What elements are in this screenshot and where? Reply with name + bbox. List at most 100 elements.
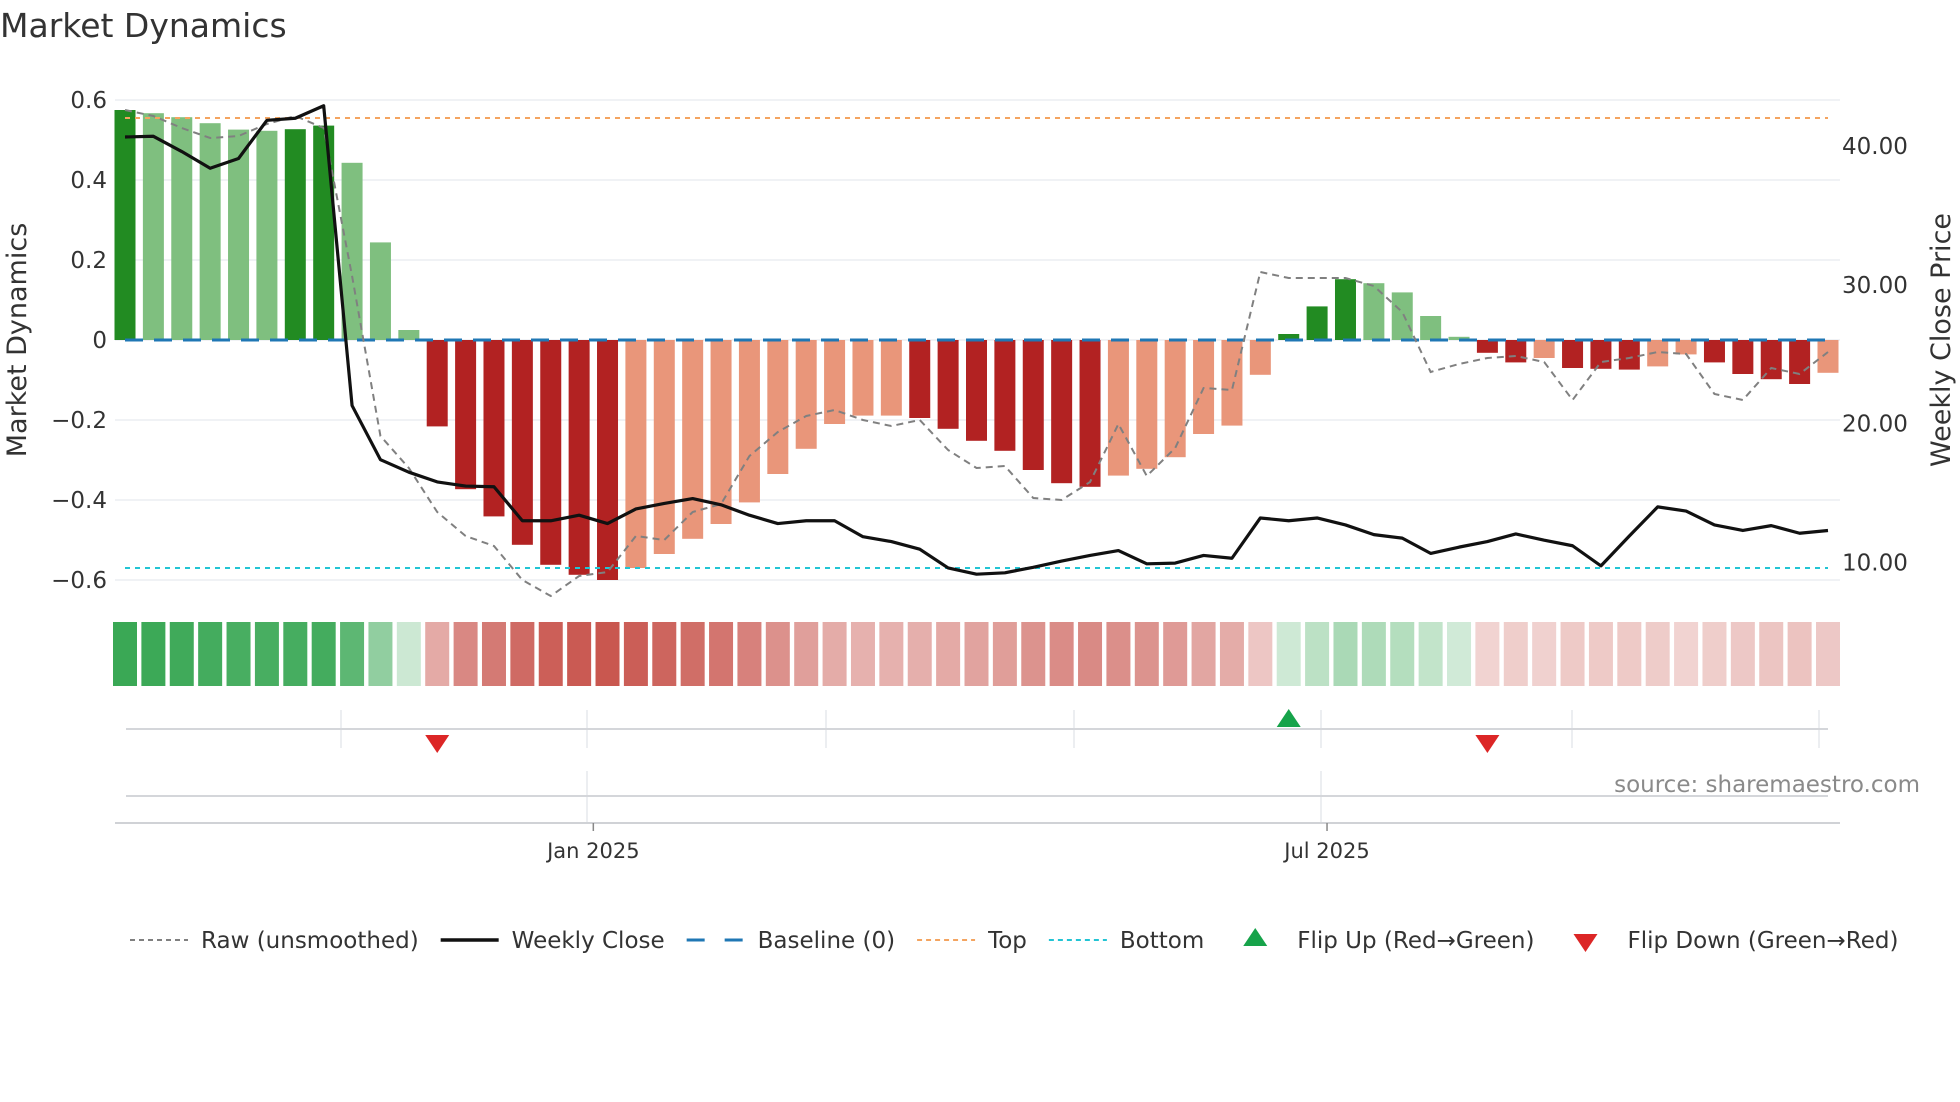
flip-down-marker (425, 735, 450, 753)
x-tick-label: Jan 2025 (545, 839, 640, 863)
y2-tick-label: 10.00 (1842, 550, 1908, 576)
strip-cell (794, 622, 819, 686)
bar (114, 110, 136, 340)
strip-cell (879, 622, 904, 686)
bar (1789, 340, 1811, 384)
bar (880, 340, 902, 416)
strip-cell (1333, 622, 1358, 686)
bar (1703, 340, 1725, 363)
strip-cell (680, 622, 705, 686)
bar (1306, 306, 1328, 340)
bar (597, 340, 619, 580)
strip-cell (1418, 622, 1443, 686)
bar (1675, 340, 1697, 355)
strip-cell (964, 622, 989, 686)
bar (1533, 340, 1555, 358)
strip-cell (1588, 622, 1613, 686)
strip-cell (623, 622, 648, 686)
strip-cell (567, 622, 592, 686)
strip-cell (453, 622, 478, 686)
bar (1107, 340, 1129, 476)
strip-cell (765, 622, 790, 686)
bar (199, 123, 221, 340)
strip-cell (254, 622, 279, 686)
bar (966, 340, 987, 441)
legend-label: Raw (unsmoothed) (201, 928, 419, 954)
bar (738, 340, 760, 503)
bar (795, 340, 817, 449)
strip-cell (737, 622, 762, 686)
strip-cell (1759, 622, 1784, 686)
bar (284, 129, 306, 340)
bar (540, 340, 562, 565)
bar (1249, 340, 1271, 375)
strip-cell (1816, 622, 1840, 686)
bar (1732, 340, 1754, 374)
bar (994, 340, 1016, 451)
legend-flip-up-icon (1243, 928, 1268, 946)
bar (937, 340, 959, 429)
legend-label: Flip Down (Green→Red) (1627, 928, 1898, 954)
legend-label: Bottom (1120, 928, 1204, 954)
strip-cell (283, 622, 308, 686)
bar (142, 113, 164, 340)
y-tick-label: 0.6 (70, 88, 107, 114)
bar (710, 340, 732, 524)
bar (1817, 340, 1839, 373)
strip-cell (850, 622, 875, 686)
strip-cell (1049, 622, 1074, 686)
strip-cell (1447, 622, 1472, 686)
strip-cell (1560, 622, 1585, 686)
bar (1051, 340, 1073, 484)
strip-cell (1532, 622, 1557, 686)
strip-cell (1134, 622, 1159, 686)
strip-cell (1248, 622, 1273, 686)
strip-cell (1645, 622, 1670, 686)
strip-cell (936, 622, 961, 686)
strip-cell (113, 622, 137, 686)
left-axis-title: Market Dynamics (2, 223, 33, 458)
right-axis-ticks: 40.00 30.00 20.00 10.00 (1842, 134, 1908, 576)
bar (1505, 340, 1527, 363)
bar (568, 340, 590, 575)
strip-cell (538, 622, 563, 686)
bar (1391, 292, 1413, 340)
strip-cell (1191, 622, 1216, 686)
strip-cell (141, 622, 166, 686)
strip-cell (311, 622, 336, 686)
strip-cell (595, 622, 620, 686)
bar (313, 125, 335, 340)
bar (455, 340, 477, 490)
bar (909, 340, 931, 418)
strip-cell (1702, 622, 1727, 686)
intensity-strip (113, 622, 1840, 686)
legend: Raw (unsmoothed) Weekly Close Baseline (0)… (130, 928, 1898, 954)
legend-label: Top (987, 928, 1027, 954)
bar (653, 340, 675, 554)
x-tick-label: Jul 2025 (1282, 839, 1369, 863)
x-axis: Jan 2025 Jul 2025 (115, 822, 1840, 863)
right-axis-title: Weekly Close Price (1926, 213, 1957, 467)
market-dynamics-chart: 0.6 0.4 0.2 0 −0.2 −0.4 −0.6 40.00 30.00 20.00 10… (2, 88, 1957, 954)
strip-cell (481, 622, 506, 686)
strip-cell (822, 622, 847, 686)
y-tick-label: 0 (92, 328, 107, 354)
legend-label: Baseline (0) (758, 928, 895, 954)
y-tick-label: −0.2 (51, 408, 107, 434)
bar (1618, 340, 1640, 370)
flip-timeline (126, 709, 1828, 823)
bar (1221, 340, 1243, 426)
legend-label: Flip Up (Red→Green) (1297, 928, 1534, 954)
bar (256, 130, 278, 340)
strip-cell (1219, 622, 1244, 686)
strip-cell (1361, 622, 1386, 686)
bar (1079, 340, 1101, 487)
bar (1590, 340, 1612, 369)
strip-cell (396, 622, 421, 686)
bar (767, 340, 789, 474)
bar (1022, 340, 1044, 470)
strip-cell (992, 622, 1017, 686)
bar (426, 340, 448, 427)
strip-cell (198, 622, 223, 686)
y-tick-label: 0.4 (70, 168, 107, 194)
